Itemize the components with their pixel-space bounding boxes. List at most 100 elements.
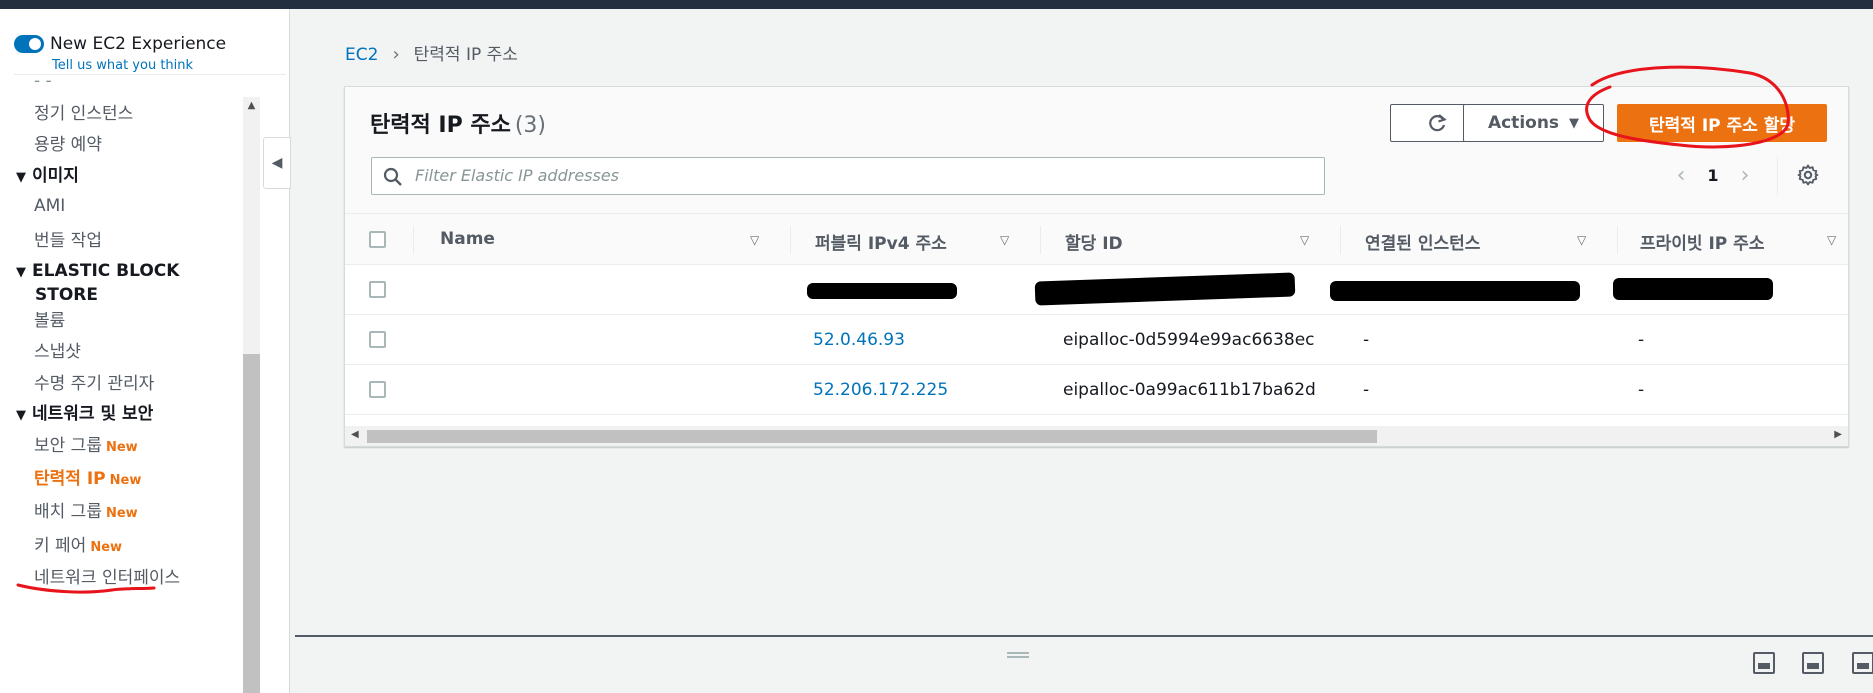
new-experience-label: New EC2 Experience [50, 34, 227, 54]
sidebar-item-placement-groups[interactable]: 배치 그룹 New [34, 497, 138, 522]
row-checkbox[interactable] [369, 381, 386, 398]
actions-dropdown[interactable]: Actions ▼ [1463, 104, 1604, 142]
table-row[interactable]: 52.206.172.225 eipalloc-0a99ac611b17ba62… [345, 365, 1848, 415]
redacted-allocation-id [1034, 272, 1296, 306]
search-icon [383, 167, 402, 186]
row-checkbox[interactable] [369, 331, 386, 348]
previous-page-icon[interactable]: ‹ [1668, 163, 1694, 188]
sidebar-item-scheduled-instances[interactable]: 정기 인스턴스 [34, 99, 133, 124]
sidebar-item-truncated[interactable]: - - [34, 75, 52, 91]
panel-header: 탄력적 IP 주소 (3) Actions ▼ 탄력적 IP 주소 할당 Filte… [345, 87, 1848, 213]
page-title-text: 탄력적 IP 주소 [370, 113, 511, 138]
table-row-redacted[interactable] [345, 265, 1848, 315]
breadcrumb-ec2-link[interactable]: EC2 [345, 45, 378, 65]
column-header-allocation-id[interactable]: 할당 ID [1065, 229, 1123, 254]
horizontal-scrollbar-thumb[interactable] [367, 430, 1377, 443]
sort-icon[interactable]: ▽ [750, 233, 759, 247]
row-public-ip-link[interactable]: 52.0.46.93 [813, 330, 905, 350]
column-divider [1340, 226, 1341, 254]
row-private-ip: - [1638, 380, 1645, 400]
sidebar-item-security-groups[interactable]: 보안 그룹 New [34, 431, 138, 456]
pagination: ‹ 1 › [1668, 163, 1758, 188]
split-panel-bar [295, 635, 1873, 693]
sidebar-section-ebs-label-1: ELASTIC BLOCK [32, 261, 180, 281]
column-header-public-ip[interactable]: 퍼블릭 IPv4 주소 [815, 229, 947, 254]
row-public-ip-link[interactable]: 52.206.172.225 [813, 380, 948, 400]
row-allocation-id: eipalloc-0d5994e99ac6638ec [1063, 330, 1315, 350]
sidebar-item-snapshots[interactable]: 스냅샷 [34, 337, 81, 362]
allocate-elastic-ip-button[interactable]: 탄력적 IP 주소 할당 [1617, 104, 1827, 142]
sidebar-scrollbar-thumb[interactable] [243, 354, 260, 693]
new-badge: New [105, 440, 138, 455]
sort-icon[interactable]: ▽ [1577, 233, 1586, 247]
table-row[interactable]: 52.0.46.93 eipalloc-0d5994e99ac6638ec - … [345, 315, 1848, 365]
sidebar-section-images[interactable]: ▼ 이미지 [16, 165, 79, 189]
pager-divider [1777, 157, 1778, 195]
sidebar-item-lifecycle-manager[interactable]: 수명 주기 관리자 [34, 369, 154, 394]
sidebar-section-network-label: 네트워크 및 보안 [32, 404, 154, 424]
search-placeholder: Filter Elastic IP addresses [415, 166, 620, 185]
sidebar-item-volumes[interactable]: 볼륨 [34, 306, 65, 331]
refresh-icon [1429, 114, 1447, 132]
new-experience-toggle[interactable] [14, 35, 44, 53]
panel-bottom-icon[interactable] [1753, 652, 1775, 674]
scroll-right-arrow-icon[interactable]: ▶ [1834, 429, 1842, 440]
sidebar-item-key-pairs[interactable]: 키 페어 New [34, 531, 122, 556]
new-badge: New [105, 506, 138, 521]
feedback-link[interactable]: Tell us what you think [52, 58, 193, 73]
scroll-up-arrow-icon[interactable]: ▲ [243, 97, 260, 114]
redacted-public-ip [807, 283, 957, 299]
sidebar-item-elastic-ips[interactable]: 탄력적 IP New [34, 464, 141, 489]
sidebar-item-bundle-tasks[interactable]: 번들 작업 [34, 226, 102, 251]
column-header-private-ip[interactable]: 프라이빗 IP 주소 [1640, 229, 1764, 254]
elastic-ip-table-panel: 탄력적 IP 주소 (3) Actions ▼ 탄력적 IP 주소 할당 Filte… [344, 86, 1849, 447]
current-page[interactable]: 1 [1694, 166, 1732, 185]
redacted-private-ip [1613, 278, 1773, 300]
new-badge: New [90, 540, 123, 555]
row-private-ip: - [1638, 330, 1645, 350]
sort-icon[interactable]: ▽ [1000, 233, 1009, 247]
caret-down-icon: ▼ [16, 265, 26, 280]
row-associated-instance: - [1363, 330, 1370, 350]
row-associated-instance: - [1363, 380, 1370, 400]
sidebar-item-network-interfaces[interactable]: 네트워크 인터페이스 [34, 563, 180, 588]
sidebar-item-capacity-reservations[interactable]: 용량 예약 [34, 130, 102, 155]
sidebar-item-label: 탄력적 IP [34, 469, 106, 489]
row-allocation-id: eipalloc-0a99ac611b17ba62d [1063, 380, 1316, 400]
select-all-checkbox[interactable] [369, 231, 386, 248]
panel-side-icon[interactable] [1802, 652, 1824, 674]
breadcrumb-current: 탄력적 IP 주소 [413, 45, 518, 65]
row-checkbox[interactable] [369, 281, 386, 298]
scroll-left-arrow-icon[interactable]: ◀ [351, 429, 359, 440]
horizontal-scrollbar[interactable]: ◀ ▶ [345, 426, 1848, 446]
redacted-instance [1330, 281, 1580, 301]
sidebar-item-label: 키 페어 [34, 536, 87, 556]
sidebar-section-network[interactable]: ▼ 네트워크 및 보안 [16, 403, 153, 427]
caret-down-icon: ▼ [1569, 115, 1580, 131]
search-input[interactable]: Filter Elastic IP addresses [371, 157, 1325, 195]
item-count: (3) [514, 113, 547, 138]
chevron-right-icon: › [392, 44, 400, 65]
sidebar-item-ami[interactable]: AMI [34, 196, 65, 216]
sort-icon[interactable]: ▽ [1827, 233, 1836, 247]
sidebar-section-ebs[interactable]: ▼ ELASTIC BLOCK STORE [16, 260, 179, 306]
resize-handle-icon[interactable] [1007, 652, 1029, 658]
sort-icon[interactable]: ▽ [1300, 233, 1309, 247]
caret-down-icon: ▼ [16, 170, 26, 185]
collapse-sidebar-button[interactable]: ◀ [263, 137, 291, 189]
table-header: Name ▽ 퍼블릭 IPv4 주소 ▽ 할당 ID ▽ 연결된 인스턴스 ▽ … [345, 213, 1848, 265]
column-header-associated-instance[interactable]: 연결된 인스턴스 [1365, 229, 1480, 254]
column-divider [413, 226, 414, 254]
sidebar-section-images-label: 이미지 [32, 166, 79, 186]
breadcrumb: EC2 › 탄력적 IP 주소 [345, 40, 518, 65]
column-divider [1040, 226, 1041, 254]
next-page-icon[interactable]: › [1732, 163, 1758, 188]
gear-icon[interactable] [1796, 163, 1820, 187]
new-badge: New [109, 473, 142, 488]
sidebar-nav: - - 정기 인스턴스 용량 예약 ▼ 이미지 AMI 번들 작업 ▼ ELASTI… [0, 75, 240, 693]
column-divider [790, 226, 791, 254]
sidebar-item-label: 배치 그룹 [34, 502, 102, 522]
column-header-name[interactable]: Name [440, 229, 495, 249]
sidebar-section-ebs-label-2: STORE [35, 285, 98, 305]
panel-close-icon[interactable] [1852, 652, 1873, 674]
